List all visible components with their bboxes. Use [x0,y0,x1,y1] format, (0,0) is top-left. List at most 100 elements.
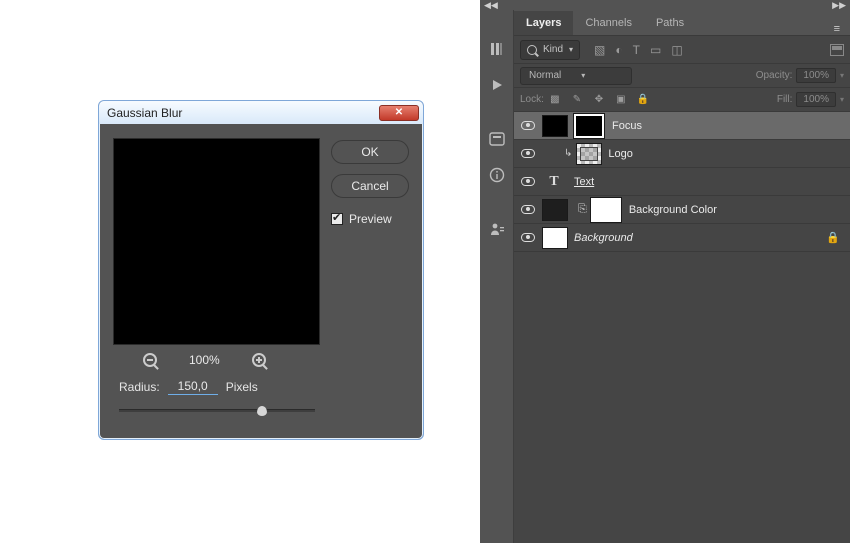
cancel-button[interactable]: Cancel [331,174,409,198]
ok-button[interactable]: OK [331,140,409,164]
panel-collapse-left-icon[interactable]: ◀◀ [484,0,498,10]
panel-collapse-row: ◀◀ ▶▶ [480,0,850,10]
radius-slider[interactable] [119,409,315,412]
clip-indicator-icon: ↳ [564,148,572,159]
gaussian-blur-dialog: Gaussian Blur ✕ OK Cancel Preview 100% R… [98,100,424,440]
lock-icon[interactable]: 🔒 [826,231,840,244]
zoom-row: 100% [113,353,409,367]
layer-row-text[interactable]: T Text [514,168,850,196]
panel-collapse-right-icon[interactable]: ▶▶ [832,0,846,10]
dialog-controls: OK Cancel Preview [331,140,409,226]
filter-pixel-icon[interactable]: ▧ [594,43,605,57]
history-icon[interactable] [488,40,506,58]
panel-menu-icon[interactable]: ≡ [824,23,850,35]
layer-name[interactable]: Background Color [629,204,717,216]
layer-mask-thumb[interactable] [591,198,621,222]
lock-all-icon[interactable]: 🔒 [636,94,650,105]
filter-preview[interactable] [113,138,320,345]
layer-thumb[interactable] [576,143,602,165]
layer-row-focus[interactable]: Focus [514,112,850,140]
info-icon[interactable] [488,166,506,184]
filter-toggle[interactable] [830,44,844,56]
eye-icon [521,233,535,242]
dialog-titlebar[interactable]: Gaussian Blur ✕ [99,101,423,124]
search-icon [527,45,537,55]
preview-label: Preview [349,212,392,226]
lock-artboard-icon[interactable]: ▣ [614,94,628,105]
layer-row-logo[interactable]: ↳ Logo [514,140,850,168]
tab-layers[interactable]: Layers [514,11,573,35]
visibility-toggle[interactable] [514,177,542,186]
layer-name[interactable]: Logo [608,148,632,160]
radius-unit: Pixels [226,380,258,394]
lock-transparent-icon[interactable]: ▩ [548,94,562,105]
tab-paths[interactable]: Paths [644,11,696,35]
lock-icons: ▩ ✎ ✥ ▣ 🔒 [548,94,650,105]
panel-main: Layers Channels Paths ≡ Kind ▾ ▧ ◐ T ▭ ◫ [514,10,850,543]
opacity-value[interactable]: 100% [796,68,836,83]
close-icon: ✕ [395,107,403,118]
visibility-toggle[interactable] [514,149,542,158]
zoom-out-icon[interactable] [143,353,157,367]
layer-name[interactable]: Background [574,232,633,244]
type-layer-icon[interactable]: T [544,172,564,192]
preview-checkbox[interactable]: Preview [331,212,409,226]
blend-mode-value: Normal [529,70,561,81]
chevron-down-icon: ▾ [840,71,844,80]
properties-icon[interactable] [488,130,506,148]
filter-smart-icon[interactable]: ◫ [671,43,682,57]
radius-row: Radius: Pixels [113,379,409,395]
layer-thumb[interactable] [542,115,568,137]
eye-icon [521,121,535,130]
eye-icon [521,177,535,186]
visibility-toggle[interactable] [514,121,542,130]
layers-panel: ◀◀ ▶▶ Layers Ch [480,0,850,543]
lock-label: Lock: [520,94,544,105]
dialog-title: Gaussian Blur [107,106,379,120]
tool-rail [480,10,514,543]
panel-tabs: Layers Channels Paths ≡ [514,10,850,36]
layer-mask-thumb[interactable] [574,114,604,138]
eye-icon [521,149,535,158]
chevron-down-icon: ▾ [569,45,573,54]
people-icon[interactable] [488,220,506,238]
visibility-toggle[interactable] [514,233,542,242]
zoom-level: 100% [189,353,220,367]
dialog-body: OK Cancel Preview 100% Radius: Pixels [99,124,423,439]
layer-name[interactable]: Focus [612,120,642,132]
fill-value[interactable]: 100% [796,92,836,107]
lock-row: Lock: ▩ ✎ ✥ ▣ 🔒 Fill: 100% ▾ [514,88,850,112]
lock-pixels-icon[interactable]: ✎ [570,94,584,105]
filter-shape-icon[interactable]: ▭ [650,43,661,57]
layer-thumb[interactable] [542,227,568,249]
layer-name[interactable]: Text [574,176,594,188]
blend-mode-select[interactable]: Normal ▾ [520,67,632,85]
link-icon[interactable]: ⎘ [578,203,587,216]
fill-label: Fill: [777,94,793,105]
radius-label: Radius: [119,380,160,394]
layer-filter-row: Kind ▾ ▧ ◐ T ▭ ◫ [514,36,850,64]
opacity-label: Opacity: [756,70,793,81]
radius-input[interactable] [168,379,218,395]
layer-list: Focus ↳ Logo T Text ⎘ [514,112,850,543]
chevron-down-icon: ▾ [840,95,844,104]
filter-type-icons: ▧ ◐ T ▭ ◫ [594,43,683,57]
layer-thumb[interactable] [542,199,568,221]
checkbox-icon [331,213,343,225]
layer-row-background[interactable]: Background 🔒 [514,224,850,252]
eye-icon [521,205,535,214]
blend-row: Normal ▾ Opacity: 100% ▾ [514,64,850,88]
tab-channels[interactable]: Channels [573,11,643,35]
filter-kind-label: Kind [543,44,563,55]
zoom-in-icon[interactable] [252,353,266,367]
visibility-toggle[interactable] [514,205,542,214]
actions-play-icon[interactable] [488,76,506,94]
lock-position-icon[interactable]: ✥ [592,94,606,105]
filter-type-icon[interactable]: T [633,43,640,57]
close-button[interactable]: ✕ [379,105,419,121]
slider-thumb-icon[interactable] [257,406,267,416]
chevron-down-icon: ▾ [581,71,585,80]
layer-row-bgcolor[interactable]: ⎘ Background Color [514,196,850,224]
filter-adjust-icon[interactable]: ◐ [615,43,622,57]
filter-kind-select[interactable]: Kind ▾ [520,40,580,60]
